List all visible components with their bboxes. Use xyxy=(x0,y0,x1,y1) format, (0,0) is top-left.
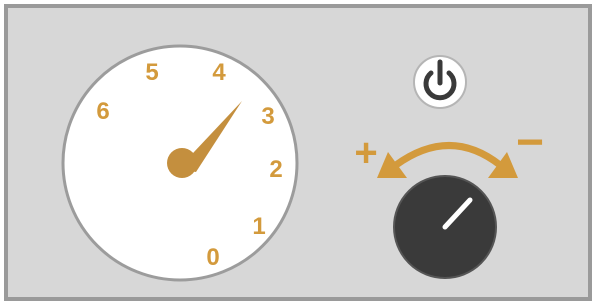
dial-gauge: 0 1 2 3 4 5 6 xyxy=(61,44,299,282)
increase-label: + xyxy=(354,131,377,175)
dial-needle-hub xyxy=(167,148,197,178)
power-button[interactable] xyxy=(413,55,467,109)
dial-label-4: 4 xyxy=(212,59,226,86)
dial-label-1: 1 xyxy=(252,213,265,240)
decrease-label: − xyxy=(516,116,544,169)
dial-label-2: 2 xyxy=(269,156,282,183)
dial-label-0: 0 xyxy=(206,244,219,271)
control-knob[interactable] xyxy=(393,175,497,279)
dial-label-5: 5 xyxy=(145,59,158,86)
dial-label-6: 6 xyxy=(96,98,109,125)
dial-label-3: 3 xyxy=(261,103,274,130)
thermostat-panel: 0 1 2 3 4 5 6 + − xyxy=(4,4,592,301)
